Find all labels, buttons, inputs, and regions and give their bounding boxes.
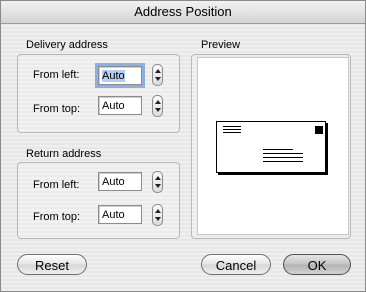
return-from-top-value: Auto xyxy=(102,209,125,221)
stepper-down-icon[interactable] xyxy=(155,77,161,81)
stepper-down-icon[interactable] xyxy=(155,217,161,221)
delivery-from-top-stepper[interactable] xyxy=(152,95,163,117)
preview-canvas xyxy=(197,57,349,235)
delivery-address-line xyxy=(263,161,303,162)
return-address-line xyxy=(223,126,241,127)
return-from-left-label: From left: xyxy=(33,179,80,191)
stepper-down-icon[interactable] xyxy=(155,108,161,112)
stepper-up-icon[interactable] xyxy=(155,176,161,180)
delivery-address-heading: Delivery address xyxy=(26,39,108,51)
return-from-left-stepper[interactable] xyxy=(152,171,163,193)
stepper-up-icon[interactable] xyxy=(155,209,161,213)
reset-button[interactable]: Reset xyxy=(17,254,87,275)
delivery-from-left-field[interactable]: Auto xyxy=(95,63,145,88)
delivery-from-top-label: From top: xyxy=(33,103,81,115)
delivery-from-left-label: From left: xyxy=(33,69,80,81)
preview-heading: Preview xyxy=(201,39,241,51)
return-from-top-stepper[interactable] xyxy=(152,204,163,226)
envelope-preview-icon xyxy=(216,121,326,173)
ok-button[interactable]: OK xyxy=(283,254,351,275)
return-address-group: From left: Auto From top: Auto xyxy=(17,162,180,239)
delivery-address-line xyxy=(263,149,293,150)
return-address-line xyxy=(223,129,241,130)
delivery-address-line xyxy=(263,153,303,154)
delivery-address-line xyxy=(263,157,303,158)
stepper-down-icon[interactable] xyxy=(155,184,161,188)
address-position-dialog: Address Position Delivery address From l… xyxy=(0,0,366,292)
return-from-top-field[interactable]: Auto xyxy=(98,205,142,224)
stepper-up-icon[interactable] xyxy=(155,100,161,104)
delivery-from-top-field[interactable]: Auto xyxy=(98,96,142,115)
window-title: Address Position xyxy=(1,1,365,24)
stepper-up-icon[interactable] xyxy=(155,69,161,73)
cancel-button[interactable]: Cancel xyxy=(201,254,271,275)
return-from-left-field[interactable]: Auto xyxy=(98,172,142,191)
delivery-from-left-value: Auto xyxy=(102,70,125,82)
return-address-heading: Return address xyxy=(26,148,102,160)
return-address-line xyxy=(223,132,241,133)
stamp-icon xyxy=(315,126,323,134)
delivery-address-group: From left: Auto From top: Auto xyxy=(17,54,180,133)
return-from-left-value: Auto xyxy=(102,176,125,188)
return-from-top-label: From top: xyxy=(33,211,81,223)
delivery-from-left-stepper[interactable] xyxy=(152,64,163,86)
delivery-from-top-value: Auto xyxy=(102,100,125,112)
